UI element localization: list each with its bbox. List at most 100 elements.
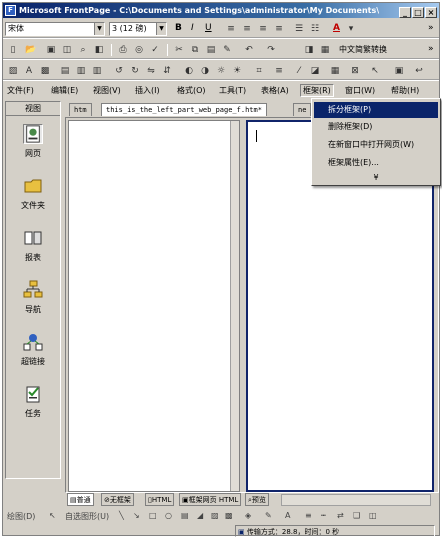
chevron-down-icon[interactable]: ▾: [345, 23, 357, 35]
search-icon[interactable]: ⌕: [77, 44, 89, 56]
crop-icon[interactable]: ⌗: [253, 65, 265, 77]
toggle-pane-icon[interactable]: ◧: [93, 44, 105, 56]
autoshapes-menu-button[interactable]: 自选图形(U): [65, 511, 109, 522]
doc-tab-htm[interactable]: htm: [69, 103, 92, 116]
save-icon[interactable]: ▣: [45, 44, 57, 56]
color-icon[interactable]: ◪: [309, 65, 321, 77]
frontpage-app-icon[interactable]: F: [5, 5, 16, 16]
resample-icon[interactable]: ⊠: [349, 65, 361, 77]
view-folders[interactable]: 文件夹: [6, 170, 60, 222]
chevron-down-icon[interactable]: ▼: [94, 23, 104, 35]
oval-icon[interactable]: ○: [165, 511, 172, 520]
maximize-button[interactable]: □: [412, 7, 424, 18]
rotate-left-icon[interactable]: ↺: [113, 65, 125, 77]
close-button[interactable]: ×: [425, 7, 437, 18]
less-brightness-icon[interactable]: ☀: [231, 65, 243, 77]
flip-vertical-icon[interactable]: ⇵: [161, 65, 173, 77]
view-reports[interactable]: 报表: [6, 222, 60, 274]
3d-icon[interactable]: ◫: [369, 511, 377, 520]
bullet-list-icon[interactable]: ☷: [309, 23, 321, 35]
spelling-icon[interactable]: ✓: [149, 44, 161, 56]
horizontal-scrollbar[interactable]: [281, 494, 431, 506]
shadow-icon[interactable]: ❑: [353, 511, 360, 520]
tab-normal[interactable]: ▤普通: [67, 493, 94, 506]
clipart-icon[interactable]: ▨: [211, 511, 219, 520]
open-icon[interactable]: 📂: [25, 44, 37, 56]
justify-icon[interactable]: ≡: [273, 23, 285, 35]
menu-view[interactable]: 视图(V): [91, 85, 123, 96]
line-style-icon[interactable]: ≡: [273, 65, 285, 77]
bold-button[interactable]: B: [175, 23, 182, 33]
menu-item-split-frame[interactable]: 拆分框架(P): [314, 102, 438, 118]
set-transparent-icon[interactable]: ⁄: [293, 65, 305, 77]
menu-frames[interactable]: 框架(R): [300, 84, 334, 97]
menu-tools[interactable]: 工具(T): [217, 85, 248, 96]
highlight-hotspots-icon[interactable]: ▣: [393, 65, 405, 77]
tab-preview[interactable]: ⌕预览: [245, 493, 269, 506]
new-page-icon[interactable]: ▯: [7, 44, 19, 56]
insert-table-icon[interactable]: ▦: [319, 44, 331, 56]
position-absolute-icon[interactable]: ▤: [59, 65, 71, 77]
title-bar[interactable]: F Microsoft FrontPage - C:\Documents and…: [3, 3, 439, 18]
line-color-icon[interactable]: ✎: [265, 511, 272, 520]
more-contrast-icon[interactable]: ◐: [183, 65, 195, 77]
menu-help[interactable]: 帮助(H): [389, 85, 421, 96]
view-tasks[interactable]: 任务: [6, 378, 60, 430]
menu-format[interactable]: 格式(O): [175, 85, 208, 96]
font-name-select[interactable]: 宋体 ▼: [5, 22, 105, 36]
view-hyperlinks[interactable]: 超链接: [6, 326, 60, 378]
menu-item-open-in-new-window[interactable]: 在新窗口中打开网页(W): [314, 137, 438, 153]
select-objects-icon[interactable]: ↖: [49, 511, 56, 520]
font-size-select[interactable]: 3 (12 磅) ▼: [109, 22, 167, 36]
send-backward-icon[interactable]: ▥: [91, 65, 103, 77]
paste-icon[interactable]: ▤: [205, 44, 217, 56]
menu-table[interactable]: 表格(A): [259, 85, 291, 96]
copy-icon[interactable]: ⧉: [189, 44, 201, 56]
tab-html[interactable]: ▯HTML: [145, 493, 175, 506]
align-right-icon[interactable]: ≡: [257, 23, 269, 35]
tab-no-frames[interactable]: ⊘无框架: [101, 493, 134, 506]
undo-icon[interactable]: ↶: [243, 44, 255, 56]
fill-color-icon[interactable]: ◈: [245, 511, 251, 520]
menu-file[interactable]: 文件(F): [5, 85, 36, 96]
doc-tab-left-frame[interactable]: this_is_the_left_part_web_page_f.htm*: [101, 103, 267, 116]
menu-window[interactable]: 窗口(W): [343, 85, 377, 96]
arrow-style-icon[interactable]: ⇄: [337, 511, 344, 520]
menu-item-delete-frame[interactable]: 删除框架(D): [314, 119, 438, 135]
tab-frames-page-html[interactable]: ▣框架网页 HTML: [179, 493, 242, 506]
menu-expand-chevron[interactable]: ¥: [312, 173, 440, 182]
restore-icon[interactable]: ↩: [413, 65, 425, 77]
menu-insert[interactable]: 插入(I): [133, 85, 162, 96]
font-color-button[interactable]: A: [333, 23, 340, 33]
minimize-button[interactable]: _: [399, 7, 411, 18]
arrow-icon[interactable]: ↘: [133, 511, 140, 520]
thumbnail-icon[interactable]: ▩: [39, 65, 51, 77]
wordart-icon[interactable]: ◢: [197, 511, 203, 520]
textbox-icon[interactable]: ▤: [181, 511, 189, 520]
format-painter-icon[interactable]: ✎: [221, 44, 233, 56]
draw-menu-button[interactable]: 绘图(D): [7, 511, 35, 522]
italic-button[interactable]: I: [191, 23, 194, 33]
view-navigation[interactable]: 导航: [6, 274, 60, 326]
hotspot-icon[interactable]: ↖: [369, 65, 381, 77]
text-icon[interactable]: A: [23, 65, 35, 77]
menu-edit[interactable]: 编辑(E): [49, 85, 80, 96]
align-left-icon[interactable]: ≡: [225, 23, 237, 35]
transfer-speed-status[interactable]: ▣ 传输方式：28.8，时间：0 秒: [235, 525, 435, 537]
left-frame[interactable]: [68, 120, 240, 492]
view-page[interactable]: 网页: [6, 118, 60, 170]
bevel-icon[interactable]: ▦: [329, 65, 341, 77]
preview-icon[interactable]: ◎: [133, 44, 145, 56]
dash-style-icon[interactable]: ┅: [321, 511, 326, 520]
toolbar-overflow-icon[interactable]: »: [428, 44, 434, 54]
flip-horizontal-icon[interactable]: ⇋: [145, 65, 157, 77]
chinese-convert-button[interactable]: 中文简繁转换: [339, 44, 387, 55]
picture-icon[interactable]: ▨: [7, 65, 19, 77]
print-icon[interactable]: ⎙: [117, 44, 129, 56]
line-style-draw-icon[interactable]: ≡: [305, 511, 312, 520]
rectangle-icon[interactable]: □: [149, 511, 157, 520]
toolbar-overflow-icon[interactable]: »: [428, 23, 434, 33]
cut-icon[interactable]: ✂: [173, 44, 185, 56]
redo-icon[interactable]: ↷: [265, 44, 277, 56]
rotate-right-icon[interactable]: ↻: [129, 65, 141, 77]
